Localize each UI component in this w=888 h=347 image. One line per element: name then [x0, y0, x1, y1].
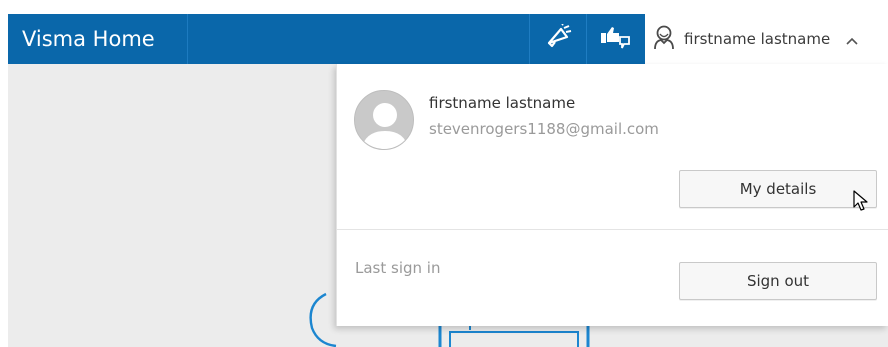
- user-dropdown-panel: firstname lastname stevenrogers1188@gmai…: [336, 64, 888, 326]
- avatar: [354, 90, 414, 150]
- app-window: Visma Home firstname lastname firstname …: [0, 0, 888, 347]
- my-details-button[interactable]: My details: [679, 170, 877, 208]
- nav-divider: [586, 14, 587, 64]
- chevron-up-icon: [846, 30, 858, 49]
- thumbs-feedback-icon: [599, 25, 631, 53]
- nav-divider: [529, 14, 530, 64]
- divider: [337, 229, 888, 230]
- megaphone-button[interactable]: [534, 14, 584, 64]
- header-user-name: firstname lastname: [684, 30, 831, 48]
- last-sign-in-label: Last sign in: [355, 259, 441, 277]
- user-menu-toggle[interactable]: firstname lastname: [652, 14, 888, 64]
- user-icon: [652, 24, 676, 54]
- feedback-button[interactable]: [590, 14, 640, 64]
- profile-email: stevenrogers1188@gmail.com: [429, 120, 659, 138]
- mouse-pointer-icon: [853, 190, 869, 216]
- sign-out-button[interactable]: Sign out: [679, 262, 877, 300]
- megaphone-icon: [545, 23, 573, 54]
- app-title[interactable]: Visma Home: [8, 14, 188, 64]
- profile-name: firstname lastname: [429, 94, 576, 112]
